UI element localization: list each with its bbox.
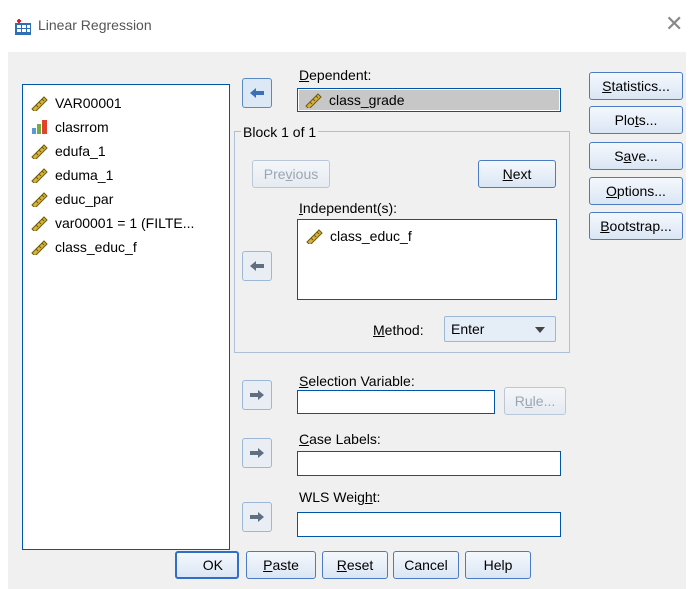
nominal-bars-icon [32, 120, 47, 134]
spss-app-icon [15, 19, 31, 35]
scale-ruler-icon [31, 192, 48, 207]
variable-item[interactable]: var00001 = 1 (FILTE... [31, 213, 194, 233]
selection-variable-field[interactable] [297, 390, 495, 414]
method-select[interactable]: Enter [444, 316, 556, 342]
save-button[interactable]: Sa ve... [589, 142, 683, 170]
ok-button[interactable]: OK [175, 551, 239, 579]
chevron-down-icon [535, 327, 545, 333]
arrow-right-icon [250, 390, 264, 400]
arrow-right-icon [250, 512, 264, 522]
wls-weight-label: WLS Weight: [299, 489, 381, 505]
arrow-left-icon [250, 261, 264, 271]
close-icon[interactable]: ✕ [665, 12, 683, 36]
move-to-independents-button[interactable] [242, 251, 272, 281]
scale-ruler-icon [31, 216, 48, 231]
case-labels-field[interactable] [297, 451, 561, 476]
case-labels-label: Case Labels: [299, 431, 381, 447]
independents-label: Independent(s): [299, 200, 398, 216]
independents-list[interactable]: class_educ_f [297, 219, 557, 300]
reset-button[interactable]: Reset [322, 551, 388, 579]
variable-item[interactable]: educ_par [31, 189, 113, 209]
dependent-field[interactable]: class_grade [297, 88, 561, 112]
variable-list[interactable]: VAR00001 clasrrom edufa_1 eduma_1 educ_parva… [22, 84, 230, 550]
variable-item[interactable]: eduma_1 [31, 165, 113, 185]
variable-item[interactable]: clasrrom [31, 117, 109, 137]
options-button[interactable]: Options... [589, 177, 683, 205]
selection-variable-label: Selection Variable: [299, 373, 415, 389]
arrow-left-icon [250, 88, 264, 98]
variable-item[interactable]: VAR00001 [31, 93, 122, 113]
title-bar: Linear Regression ✕ [0, 0, 689, 52]
scale-ruler-icon [305, 93, 322, 108]
scale-ruler-icon [306, 229, 323, 244]
dependent-value: class_grade [329, 92, 405, 108]
scale-ruler-icon [31, 240, 48, 255]
method-label: Method: [373, 322, 424, 338]
move-to-wls-weight-button[interactable] [242, 502, 272, 532]
rule-button[interactable]: Ru le... [504, 387, 566, 415]
independent-item[interactable]: class_educ_f [306, 226, 412, 246]
scale-ruler-icon [31, 168, 48, 183]
help-button[interactable]: Help [465, 551, 531, 579]
arrow-right-icon [250, 448, 264, 458]
cancel-button[interactable]: Cancel [393, 551, 459, 579]
dependent-label: Dependent: [299, 67, 372, 83]
statistics-button[interactable]: Statistics... [589, 72, 683, 100]
window-title: Linear Regression [38, 17, 152, 33]
scale-ruler-icon [31, 144, 48, 159]
block-title: Block 1 of 1 [241, 124, 319, 140]
previous-button[interactable]: Pre v ious [252, 160, 330, 188]
variable-item[interactable]: edufa_1 [31, 141, 106, 161]
variable-item[interactable]: class_educ_f [31, 237, 137, 257]
next-button[interactable]: Next [478, 160, 556, 188]
plots-button[interactable]: Plo t s... [589, 106, 683, 134]
move-to-selection-button[interactable] [242, 380, 272, 410]
move-to-dependent-button[interactable] [242, 78, 272, 108]
scale-ruler-icon [31, 96, 48, 111]
wls-weight-field[interactable] [297, 512, 561, 537]
move-to-case-labels-button[interactable] [242, 438, 272, 468]
paste-button[interactable]: Paste [246, 551, 316, 579]
bootstrap-button[interactable]: Bootstrap... [589, 212, 683, 240]
